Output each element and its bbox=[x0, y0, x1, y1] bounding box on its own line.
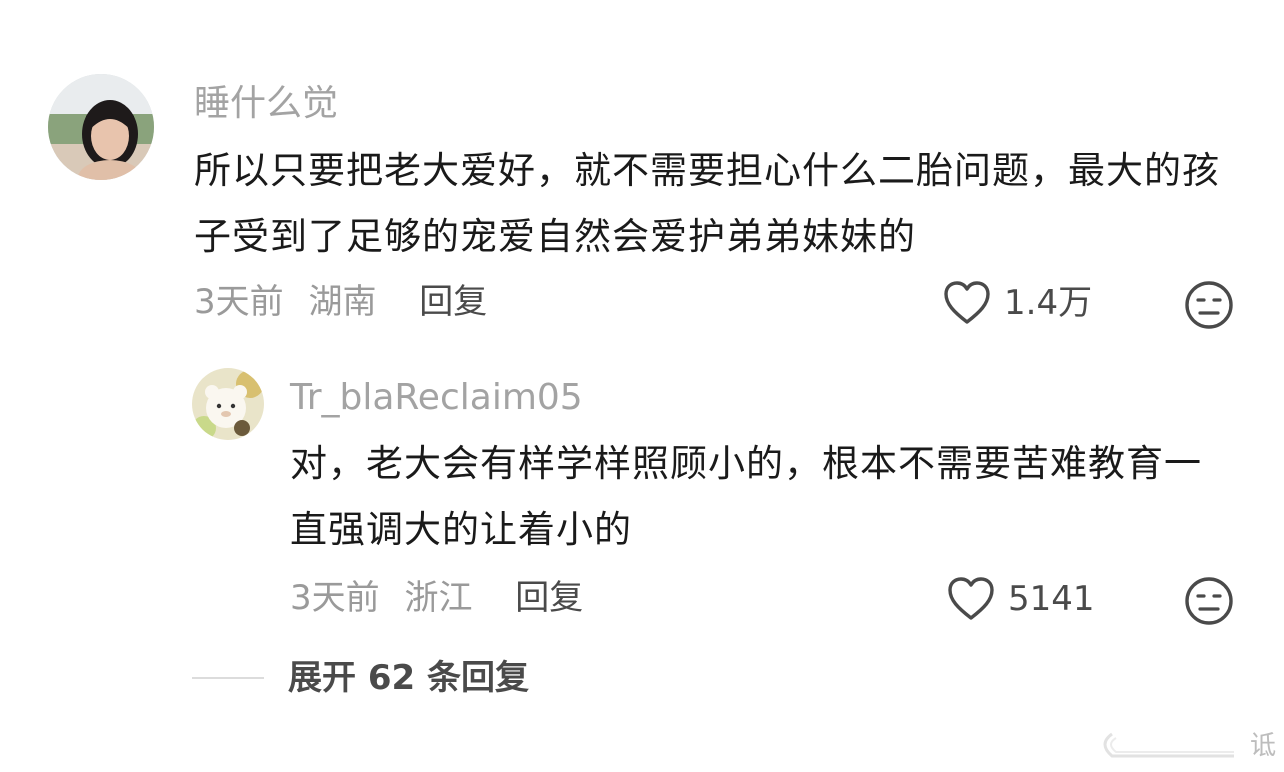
like-count: 5141 bbox=[1008, 579, 1095, 619]
like-button[interactable]: 1.4万 bbox=[942, 280, 1092, 326]
heart-outline-icon bbox=[944, 281, 990, 324]
comment-meta: 3天前 湖南 回复 bbox=[194, 280, 487, 324]
avatar[interactable] bbox=[192, 368, 264, 440]
expand-replies-label: 展开 62 条回复 bbox=[288, 658, 529, 698]
like-count: 1.4万 bbox=[1004, 283, 1093, 323]
watermark-logo-icon bbox=[1103, 732, 1234, 757]
avatar-bear-icon bbox=[192, 368, 264, 440]
comment-text: 所以只要把老大爱好，就不需要担心什么二胎问题，最大的孩子受到了足够的宠爱自然会爱… bbox=[194, 149, 1220, 258]
watermark: 诋 bbox=[1094, 725, 1276, 762]
comment-location: 浙江 bbox=[404, 578, 473, 618]
comment-username[interactable]: Tr_blaReclaim05 bbox=[290, 376, 583, 420]
reply-button[interactable]: 回复 bbox=[515, 578, 583, 618]
dislike-button[interactable] bbox=[1184, 280, 1234, 334]
like-button[interactable]: 5141 bbox=[946, 576, 1095, 622]
avatar[interactable] bbox=[48, 74, 154, 180]
meh-face-icon bbox=[1185, 577, 1233, 625]
dislike-button[interactable] bbox=[1184, 576, 1234, 630]
comment-1: 睡什么觉 所以只要把老大爱好，就不需要担心什么二胎问题，最大的孩子受到了足够的宠… bbox=[0, 0, 1284, 340]
comment-2: Tr_blaReclaim05 对，老大会有样学样照顾小的，根本不需要苦难教育一… bbox=[0, 340, 1284, 640]
comment-username[interactable]: 睡什么觉 bbox=[194, 82, 338, 126]
meh-face-icon bbox=[1185, 281, 1233, 329]
watermark-text: 诋 bbox=[1249, 731, 1276, 761]
comment-text: 对，老大会有样学样照顾小的，根本不需要苦难教育一直强调大的让着小的 bbox=[290, 442, 1202, 551]
expand-replies-button[interactable]: 展开 62 条回复 bbox=[192, 656, 529, 700]
heart-outline-icon bbox=[948, 577, 994, 620]
comment-time: 3天前 bbox=[290, 578, 380, 618]
avatar-photo-icon bbox=[48, 74, 154, 180]
comment-location: 湖南 bbox=[308, 282, 377, 322]
comment-meta: 3天前 浙江 回复 bbox=[290, 576, 583, 620]
comment-time: 3天前 bbox=[194, 282, 284, 322]
reply-button[interactable]: 回复 bbox=[419, 282, 487, 322]
expand-divider bbox=[192, 677, 264, 679]
